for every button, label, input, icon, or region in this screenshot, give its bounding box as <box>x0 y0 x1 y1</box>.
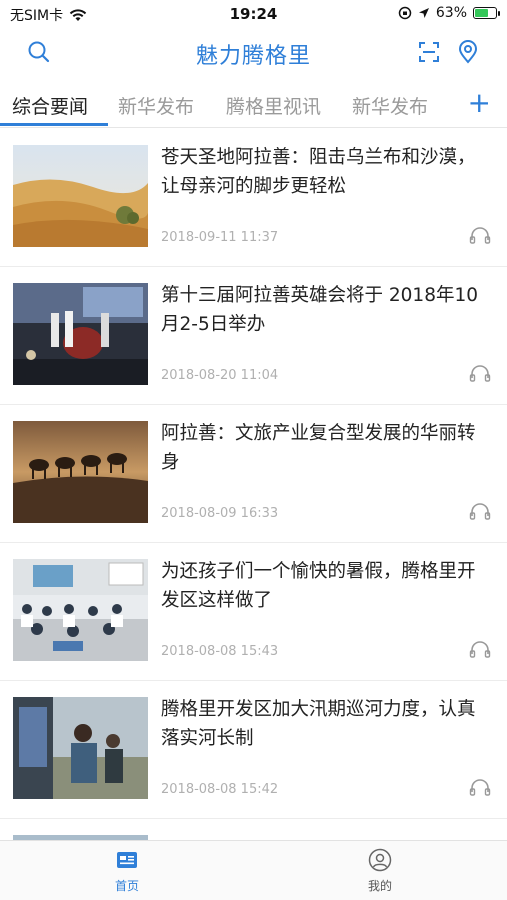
list-item[interactable]: 苍天圣地阿拉善：阻击乌兰布和沙漠，让母亲河的脚步更轻松 2018-09-11 1… <box>0 129 507 267</box>
headphones-icon[interactable] <box>469 777 491 797</box>
home-news-icon <box>117 852 137 868</box>
category-tabs: 综合要闻 新华发布 腾格里视讯 新华发布 + <box>0 82 507 128</box>
location-arrow-icon <box>418 8 429 18</box>
orientation-lock-icon <box>398 6 412 20</box>
news-title: 阿拉善：文旅产业复合型发展的华丽转身 <box>161 423 476 473</box>
news-title: 腾格里开发区加大汛期巡河力度，认真落实河长制 <box>161 699 476 749</box>
active-tab-indicator <box>0 123 108 126</box>
nav-profile-label: 我的 <box>367 879 392 893</box>
list-item[interactable]: 第十三届阿拉善英雄会将于 2018年10月2-5日举办 2018-08-20 1… <box>0 267 507 405</box>
news-title: 为还孩子们一个愉快的暑假，腾格里开发区这样做了 <box>161 561 476 611</box>
list-item[interactable]: 阿拉善：文旅产业复合型发展的华丽转身 2018-08-09 16:33 <box>0 405 507 543</box>
tab-xinhua-release[interactable]: 新华发布 <box>118 92 194 119</box>
add-tab-button[interactable]: + <box>468 88 491 118</box>
status-bar: 无SIM卡 19:24 63% <box>0 0 507 28</box>
location-pin-icon <box>458 40 478 64</box>
tab-tengger-video[interactable]: 腾格里视讯 <box>226 92 321 119</box>
scan-icon <box>419 42 439 62</box>
list-item[interactable]: 为还孩子们一个愉快的暑假，腾格里开发区这样做了 2018-08-08 15:43 <box>0 543 507 681</box>
news-list: 苍天圣地阿拉善：阻击乌兰布和沙漠，让母亲河的脚步更轻松 2018-09-11 1… <box>0 129 507 875</box>
battery-fill <box>475 9 488 17</box>
battery-icon <box>473 7 500 19</box>
news-title: 苍天圣地阿拉善：阻击乌兰布和沙漠，让母亲河的脚步更轻松 <box>161 147 476 197</box>
thumbnail-camel-caravan <box>13 421 148 523</box>
news-title: 第十三届阿拉善英雄会将于 2018年10月2-5日举办 <box>161 285 479 335</box>
news-date: 2018-08-09 16:33 <box>161 506 279 521</box>
headphones-icon[interactable] <box>469 363 491 383</box>
thumbnail-river-patrol <box>13 697 148 799</box>
headphones-icon[interactable] <box>469 639 491 659</box>
thumbnail-stage-event <box>13 283 148 385</box>
location-button[interactable] <box>455 39 481 65</box>
app-header: 魅力腾格里 <box>0 28 507 76</box>
news-date: 2018-08-08 15:42 <box>161 782 279 797</box>
nav-profile[interactable]: 我的 <box>330 847 430 894</box>
nav-home-label: 首页 <box>114 879 139 893</box>
status-right: 63% <box>398 5 500 21</box>
headphones-icon[interactable] <box>469 225 491 245</box>
profile-icon <box>368 848 392 872</box>
news-date: 2018-09-11 11:37 <box>161 230 279 245</box>
battery-percent: 63% <box>435 5 467 21</box>
nav-home[interactable]: 首页 <box>77 847 177 894</box>
news-date: 2018-08-20 11:04 <box>161 368 279 383</box>
list-item[interactable]: 腾格里开发区加大汛期巡河力度，认真落实河长制 2018-08-08 15:42 <box>0 681 507 819</box>
bottom-tab-bar: 首页 我的 <box>0 840 507 900</box>
news-date: 2018-08-08 15:43 <box>161 644 279 659</box>
headphones-icon[interactable] <box>469 501 491 521</box>
tab-xinhua-release-2[interactable]: 新华发布 <box>352 92 428 119</box>
scan-button[interactable] <box>416 39 442 65</box>
thumbnail-classroom <box>13 559 148 661</box>
tab-综合要闻[interactable]: 综合要闻 <box>12 92 88 119</box>
thumbnail-desert-dunes <box>13 145 148 247</box>
